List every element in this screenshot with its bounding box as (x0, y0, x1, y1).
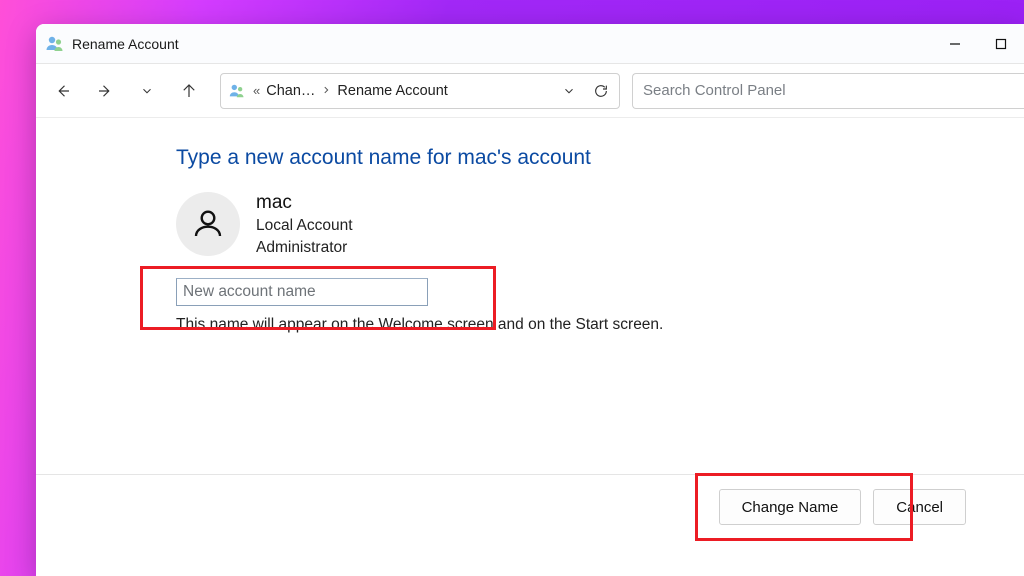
maximize-button[interactable] (978, 24, 1024, 64)
back-button[interactable] (44, 72, 82, 110)
user-accounts-icon (227, 81, 247, 101)
change-name-button[interactable]: Change Name (719, 489, 862, 525)
window-title: Rename Account (72, 36, 179, 52)
content-area: Type a new account name for mac's accoun… (36, 118, 1024, 576)
account-name: mac (256, 192, 353, 215)
minimize-button[interactable] (932, 24, 978, 64)
refresh-button[interactable] (587, 74, 615, 108)
address-history-button[interactable] (555, 74, 583, 108)
search-input[interactable] (643, 82, 1014, 99)
window-frame: Rename Account (36, 24, 1024, 576)
change-name-wrap: Change Name (719, 489, 862, 525)
title-bar: Rename Account (36, 24, 1024, 64)
up-button[interactable] (170, 72, 208, 110)
account-type: Local Account (256, 215, 353, 237)
toolbar: « Chan… Rename Account (36, 64, 1024, 118)
name-field-group: This name will appear on the Welcome scr… (176, 278, 984, 334)
forward-button[interactable] (86, 72, 124, 110)
search-box[interactable] (632, 73, 1024, 109)
breadcrumb-root-separator: « (253, 83, 260, 98)
breadcrumb-item-rename-account[interactable]: Rename Account (337, 83, 447, 99)
field-hint: This name will appear on the Welcome scr… (176, 316, 984, 334)
address-bar[interactable]: « Chan… Rename Account (220, 73, 620, 109)
account-info: mac Local Account Administrator (176, 192, 984, 260)
cancel-button[interactable]: Cancel (873, 489, 966, 525)
new-account-name-input[interactable] (176, 278, 428, 306)
page-heading: Type a new account name for mac's accoun… (176, 146, 984, 170)
window-controls (932, 24, 1024, 64)
account-role: Administrator (256, 237, 353, 259)
user-accounts-icon (44, 33, 66, 55)
chevron-right-icon (321, 83, 331, 98)
avatar (176, 192, 240, 256)
dialog-footer: Change Name Cancel (36, 474, 1024, 525)
recent-locations-button[interactable] (128, 72, 166, 110)
account-text: mac Local Account Administrator (256, 192, 353, 260)
breadcrumb-item-change[interactable]: Chan… (266, 83, 315, 99)
